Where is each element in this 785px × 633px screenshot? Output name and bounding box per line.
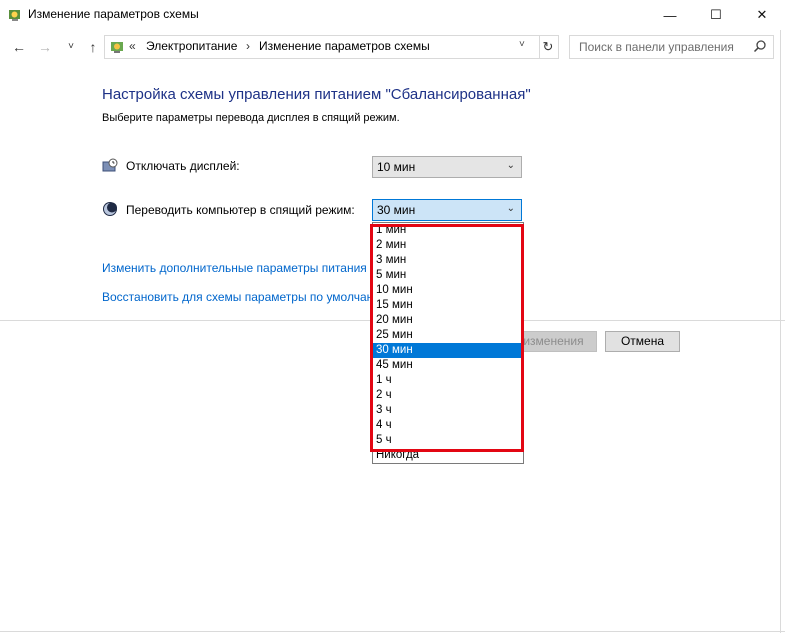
breadcrumb-separator[interactable]: › <box>246 39 250 53</box>
display-off-select[interactable]: 10 мин ⌄ <box>372 156 522 178</box>
minimize-button[interactable]: — <box>647 0 693 30</box>
page-subtitle: Выберите параметры перевода дисплея в сп… <box>102 112 400 124</box>
minimize-icon: — <box>663 7 677 23</box>
page-title: Настройка схемы управления питанием "Сба… <box>102 86 531 103</box>
recent-locations-icon[interactable]: ˅ <box>62 38 80 56</box>
annotation-highlight-box <box>370 224 524 452</box>
refresh-icon[interactable]: ↻ <box>538 35 559 59</box>
window-border <box>0 631 785 632</box>
display-off-value: 10 мин <box>377 160 416 174</box>
up-arrow-icon[interactable]: ↑ <box>84 38 102 56</box>
maximize-icon: ☐ <box>710 7 722 22</box>
monitor-clock-icon <box>102 158 118 172</box>
address-bar[interactable]: « Электропитание › Изменение параметров … <box>104 35 540 59</box>
sleep-select[interactable]: 30 мин ⌄ <box>372 199 522 221</box>
control-panel-icon <box>111 42 123 53</box>
restore-defaults-link[interactable]: Восстановить для схемы параметры по умол… <box>102 290 389 304</box>
chevron-down-icon: ⌄ <box>506 160 515 171</box>
close-button[interactable]: ✕ <box>739 0 785 30</box>
search-placeholder: Поиск в панели управления <box>579 40 734 54</box>
search-input[interactable]: Поиск в панели управления <box>569 35 774 59</box>
close-icon: ✕ <box>756 7 768 22</box>
display-off-label: Отключать дисплей: <box>126 159 240 173</box>
sleep-label: Переводить компьютер в спящий режим: <box>126 203 355 217</box>
forward-arrow-icon[interactable]: → <box>36 38 54 56</box>
window-border <box>780 30 781 633</box>
cancel-button[interactable]: Отмена <box>605 331 680 352</box>
window-title: Изменение параметров схемы <box>28 7 199 21</box>
moon-icon <box>103 202 117 216</box>
power-options-icon <box>9 10 20 21</box>
breadcrumb-edit-plan[interactable]: Изменение параметров схемы <box>259 39 430 53</box>
breadcrumb-power[interactable]: Электропитание <box>146 39 237 53</box>
back-arrow-icon[interactable]: ← <box>10 38 28 56</box>
chevron-down-icon: ⌄ <box>506 203 515 214</box>
title-bar: Изменение параметров схемы — ☐ ✕ <box>0 0 785 30</box>
advanced-settings-link[interactable]: Изменить дополнительные параметры питани… <box>102 261 367 275</box>
maximize-button[interactable]: ☐ <box>693 0 739 30</box>
sleep-value: 30 мин <box>377 203 416 217</box>
address-chevrons[interactable]: « <box>129 39 136 53</box>
search-icon[interactable] <box>753 39 767 53</box>
chevron-down-icon[interactable]: ˅ <box>519 39 525 50</box>
